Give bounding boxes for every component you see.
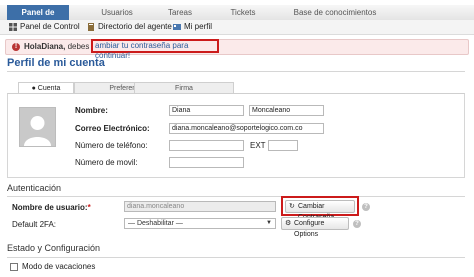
- mobile-input[interactable]: [169, 157, 244, 168]
- status-section-title: Estado y Configuración: [7, 243, 101, 253]
- twofa-value: — Deshabilitar —: [128, 220, 183, 227]
- main-nav: Panel de Control Usuarios Tareas Tickets…: [0, 5, 474, 32]
- phone-label: Número de teléfono:: [75, 141, 148, 150]
- subnav-directorio[interactable]: Directorio del agente: [87, 20, 172, 34]
- vacation-checkbox[interactable]: [10, 263, 18, 271]
- subnav-mi-perfil[interactable]: Mi perfil: [173, 20, 212, 34]
- user-icon: ●: [31, 85, 36, 92]
- password-alert: ! HolaDiana, debes ambiar tu contraseña …: [5, 39, 469, 60]
- tab-usuarios[interactable]: Usuarios: [92, 5, 142, 20]
- subnav-label: Directorio del agente: [98, 22, 172, 31]
- last-name-input[interactable]: [249, 105, 324, 116]
- ext-label: EXT: [250, 141, 266, 150]
- alert-greeting: HolaDiana,: [24, 42, 66, 51]
- configure-options-label: Configure Options: [294, 220, 325, 238]
- dashboard-icon: [9, 23, 17, 31]
- alert-text: HolaDiana, debes: [24, 40, 89, 54]
- ext-input[interactable]: [268, 140, 298, 151]
- auth-section-title: Autenticación: [7, 183, 62, 193]
- first-name-input[interactable]: [169, 105, 244, 116]
- alert-message: debes: [65, 42, 90, 51]
- divider: [7, 257, 465, 258]
- mobile-label: Número de movil:: [75, 158, 138, 167]
- help-icon[interactable]: ?: [353, 220, 361, 228]
- tab-tareas[interactable]: Tareas: [160, 5, 200, 20]
- warning-icon: !: [12, 43, 20, 51]
- gear-icon: ⚙: [285, 220, 292, 227]
- phone-input[interactable]: [169, 140, 244, 151]
- help-icon[interactable]: ?: [362, 203, 370, 211]
- chevron-down-icon: ▼: [266, 220, 272, 226]
- name-label: Nombre:: [75, 106, 108, 115]
- subnav-panel-de-control[interactable]: Panel de Control: [9, 20, 80, 34]
- directory-icon: [88, 23, 94, 31]
- tab-base-conocimientos[interactable]: Base de conocimientos: [280, 5, 390, 20]
- avatar-placeholder-icon: [24, 116, 51, 146]
- change-password-button[interactable]: ↻ Cambiar Contraseña: [285, 200, 355, 221]
- tab-tickets[interactable]: Tickets: [224, 5, 262, 20]
- divider: [7, 71, 465, 72]
- tab-label: Cuenta: [37, 85, 61, 92]
- username-label-text: Nombre de usuario:: [12, 203, 88, 212]
- refresh-icon: ↻: [289, 203, 295, 210]
- email-input[interactable]: [169, 123, 324, 134]
- subnav-label: Panel de Control: [20, 22, 80, 31]
- profile-icon: [173, 24, 181, 30]
- email-label: Correo Electrónico:: [75, 124, 150, 133]
- tab-panel-de-control[interactable]: Panel de Control: [7, 5, 69, 32]
- configure-options-button[interactable]: ⚙ Configure Options: [281, 217, 349, 238]
- vacation-label: Modo de vacaciones: [22, 262, 96, 271]
- sub-nav: Panel de Control Directorio del agente M…: [0, 20, 474, 35]
- page-title: Perfil de mi cuenta: [7, 57, 105, 69]
- required-mark: *: [87, 203, 91, 212]
- username-input[interactable]: [124, 201, 276, 212]
- twofa-select[interactable]: — Deshabilitar — ▼: [124, 218, 276, 229]
- twofa-label: Default 2FA:: [12, 220, 57, 229]
- divider: [7, 196, 465, 197]
- username-label: Nombre de usuario:*: [12, 203, 91, 212]
- subnav-label: Mi perfil: [184, 22, 213, 31]
- change-password-link[interactable]: ambiar tu contraseña para continuar!: [91, 39, 219, 60]
- avatar[interactable]: [19, 107, 56, 147]
